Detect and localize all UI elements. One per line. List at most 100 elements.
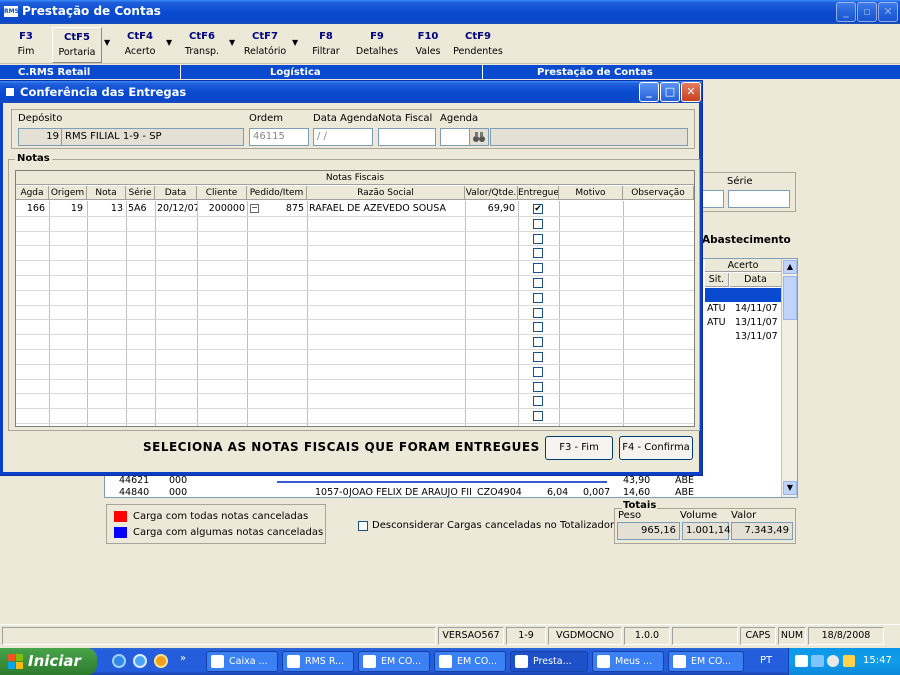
col-origem[interactable]: Origem	[49, 186, 87, 200]
entregue-checkbox[interactable]	[533, 366, 543, 377]
task-meus-documentos[interactable]: Meus ...	[592, 651, 664, 672]
entregue-checkbox[interactable]	[533, 337, 543, 348]
task-word-2[interactable]: EM CO...	[434, 651, 506, 672]
col-nota[interactable]: Nota	[87, 186, 126, 200]
toolbar-detalhes-button[interactable]: F9 Detalhes	[354, 27, 400, 63]
button-label: Portaria	[58, 47, 96, 58]
serie-input[interactable]	[728, 190, 790, 208]
col-pedido-item[interactable]: Pedido/Item	[247, 186, 307, 200]
toolbar-acerto-button[interactable]: CtF4 Acerto	[118, 27, 162, 63]
row-cell: ABE	[675, 475, 695, 486]
col-motivo[interactable]: Motivo	[559, 186, 623, 200]
entregue-checkbox[interactable]	[533, 218, 543, 229]
language-indicator[interactable]: PT	[760, 655, 772, 666]
antivirus-icon[interactable]	[843, 655, 855, 667]
task-rms[interactable]: RMS R...	[282, 651, 354, 672]
entregue-checkbox[interactable]	[533, 292, 543, 303]
dropdown-arrow-icon[interactable]: ▼	[166, 38, 172, 47]
close-button[interactable]: ✕	[878, 2, 898, 22]
cell-agda: 166	[26, 203, 45, 214]
scroll-up-icon[interactable]: ▲	[783, 260, 797, 274]
entregue-checkbox[interactable]	[533, 233, 543, 244]
key-label: F3	[19, 31, 33, 42]
cell-nota: 13	[110, 203, 123, 214]
entregue-checkbox[interactable]	[533, 411, 543, 422]
desconsiderar-checkbox[interactable]	[358, 521, 368, 531]
dropdown-arrow-icon[interactable]: ▼	[104, 38, 110, 47]
col-serie[interactable]: Série	[126, 186, 155, 200]
dropdown-arrow-icon[interactable]: ▼	[229, 38, 235, 47]
nota-fiscal-field[interactable]	[378, 128, 436, 146]
col-cliente[interactable]: Cliente	[197, 186, 247, 200]
key-label: CtF9	[465, 31, 491, 42]
media-icon[interactable]	[154, 654, 168, 668]
entregue-checkbox[interactable]	[533, 396, 543, 407]
toolbar-fim-button[interactable]: F3 Fim	[8, 27, 44, 63]
scroll-thumb[interactable]	[783, 276, 797, 320]
col-valor-qtde[interactable]: Valor/Qtde.	[465, 186, 518, 200]
toolbar: F3 Fim CtF5 Portaria ▼ CtF4 Acerto ▼ CtF…	[0, 24, 900, 64]
ie-icon[interactable]	[112, 654, 126, 668]
volume-icon[interactable]	[827, 655, 839, 667]
binoculars-icon[interactable]	[469, 128, 489, 146]
entregue-checkbox[interactable]	[533, 263, 543, 274]
ordem-label: Ordem	[249, 113, 284, 124]
entregue-checkbox[interactable]	[533, 322, 543, 333]
task-word-1[interactable]: EM CO...	[358, 651, 430, 672]
agenda-field[interactable]	[440, 128, 470, 146]
col-agda[interactable]: Agda	[16, 186, 49, 200]
toolbar-transp-button[interactable]: CtF6 Transp.	[180, 27, 224, 63]
dialog-close-button[interactable]: ✕	[681, 82, 701, 102]
deposito-code-field[interactable]: 19	[18, 128, 63, 146]
selected-row[interactable]	[705, 288, 781, 302]
task-label: Caixa ...	[229, 656, 268, 667]
quicklaunch-chevron-icon[interactable]: »	[180, 653, 186, 664]
toolbar-vales-button[interactable]: F10 Vales	[410, 27, 446, 63]
restore-button[interactable]: ▫	[857, 2, 877, 22]
word-icon	[363, 655, 376, 668]
col-observacao[interactable]: Observação	[623, 186, 694, 200]
tray-rms-icon[interactable]	[795, 655, 808, 667]
minimize-button[interactable]: _	[836, 2, 856, 22]
header-logistica: Logística	[270, 67, 321, 78]
entregue-checkbox[interactable]	[533, 278, 543, 288]
abastecimento-label: Abastecimento	[702, 234, 791, 246]
button-label: Transp.	[184, 46, 220, 57]
key-label: F10	[417, 31, 439, 42]
status-bar: VERSAO567 1-9 VGDMOCNO 1.0.0 CAPS NUM 18…	[0, 624, 900, 646]
cell-valor: 69,90	[487, 203, 515, 214]
dialog-maximize-button[interactable]: □	[660, 82, 680, 102]
network-icon[interactable]	[811, 655, 824, 667]
toolbar-relatorio-button[interactable]: CtF7 Relatório	[240, 27, 290, 63]
toolbar-pendentes-button[interactable]: CtF9 Pendentes	[452, 27, 504, 63]
col-entregue[interactable]: Entregue	[518, 186, 559, 200]
browser-icon[interactable]	[133, 654, 147, 668]
task-caixa[interactable]: Caixa ...	[206, 651, 278, 672]
confirma-button[interactable]: F4 - Confirma	[619, 436, 693, 460]
task-prestacao[interactable]: Presta...	[510, 651, 588, 672]
entregue-checkbox[interactable]	[533, 307, 543, 318]
entregue-checkbox[interactable]	[533, 381, 543, 392]
dropdown-arrow-icon[interactable]: ▼	[292, 38, 298, 47]
ordem-field[interactable]: 46115	[249, 128, 309, 146]
windows-taskbar: Iniciar » Caixa ... RMS R... EM CO... EM…	[0, 648, 900, 675]
toolbar-portaria-button[interactable]: CtF5 Portaria	[52, 27, 102, 63]
expand-minus-icon[interactable]: −	[250, 204, 259, 213]
data-agenda-field[interactable]: / /	[313, 128, 373, 146]
start-button[interactable]: Iniciar	[0, 648, 97, 675]
clock[interactable]: 15:47	[863, 655, 892, 666]
dialog-minimize-button[interactable]: _	[639, 82, 659, 102]
entregue-checkbox[interactable]	[533, 248, 543, 259]
scroll-down-icon[interactable]: ▼	[783, 481, 797, 495]
entregue-checkbox-checked[interactable]: ✔	[533, 204, 543, 214]
toolbar-filtrar-button[interactable]: F8 Filtrar	[308, 27, 344, 63]
col-data[interactable]: Data	[155, 186, 197, 200]
task-word-3[interactable]: EM CO...	[668, 651, 744, 672]
bg-field[interactable]	[702, 190, 724, 208]
col-razao-social[interactable]: Razão Social	[307, 186, 465, 200]
entregue-checkbox[interactable]	[533, 352, 543, 362]
cell-data: 20/12/07	[157, 203, 197, 214]
fim-button[interactable]: F3 - Fim	[545, 436, 613, 460]
vertical-scrollbar[interactable]: ▲ ▼	[781, 259, 797, 497]
status-filial: 1-9	[506, 627, 546, 645]
